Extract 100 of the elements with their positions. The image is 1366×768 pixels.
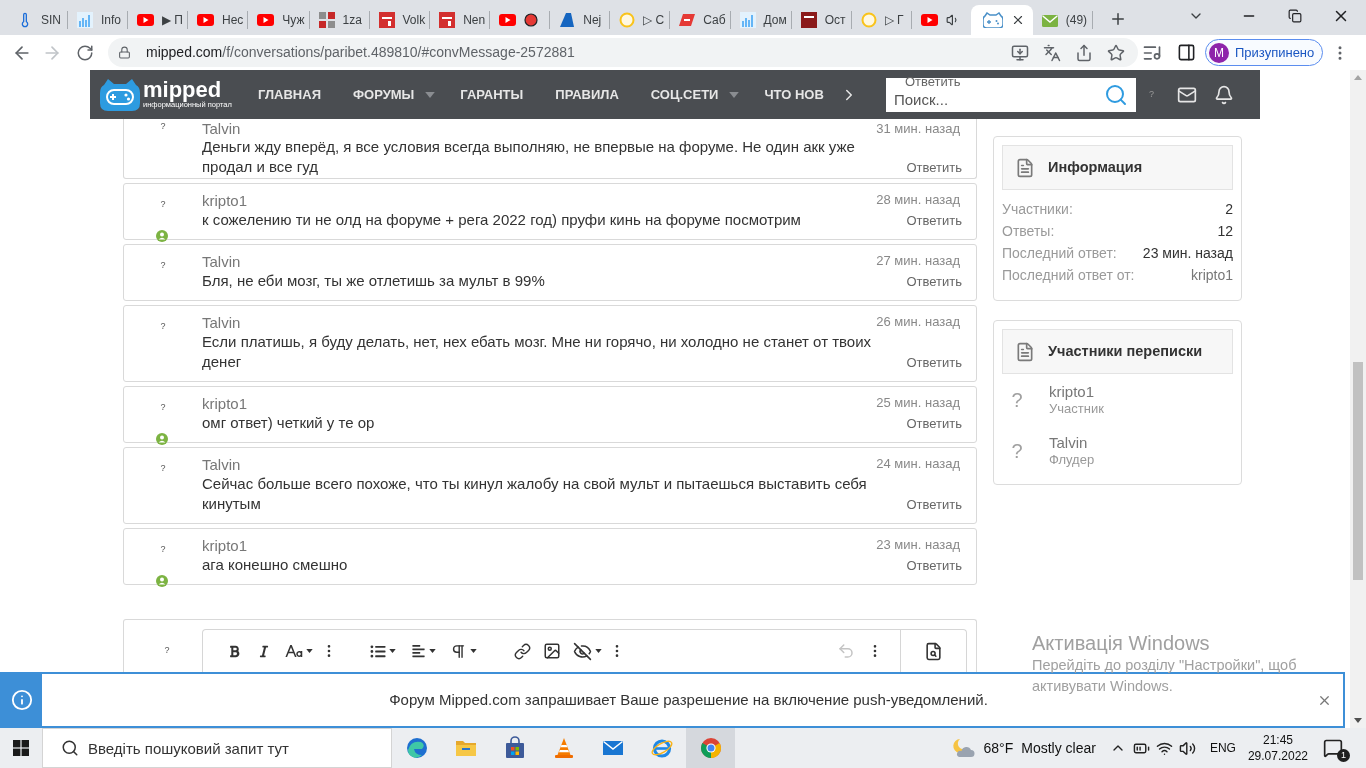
side-panel-icon[interactable]	[1177, 43, 1196, 62]
nav-link[interactable]: ЧТО НОВ	[748, 70, 840, 119]
taskbar-app[interactable]	[686, 728, 735, 768]
share-icon[interactable]	[1075, 43, 1093, 62]
scrollbar[interactable]	[1350, 70, 1366, 728]
browser-tab[interactable]: Nen	[430, 5, 490, 35]
browser-tab[interactable]: ▷ Г	[851, 5, 911, 35]
nav-link[interactable]: ГАРАНТЫ	[444, 70, 540, 119]
star-icon[interactable]	[1107, 43, 1125, 62]
profile-button[interactable]: M Призупинено	[1205, 39, 1323, 66]
monitor-download-icon[interactable]	[1011, 43, 1029, 62]
author-name[interactable]: Talvin	[202, 456, 241, 474]
nav-link[interactable]: ГЛАВНАЯ	[241, 70, 337, 119]
volume-icon[interactable]	[1178, 739, 1196, 757]
reply-link[interactable]: Ответить	[892, 557, 962, 575]
reply-link[interactable]: Ответить	[892, 212, 962, 230]
record-dot-icon	[524, 13, 539, 27]
author-avatar[interactable]: ?	[160, 544, 166, 554]
profile-avatar: M	[1209, 42, 1229, 63]
member-name[interactable]: Talvin	[1049, 433, 1095, 452]
member-name[interactable]: kripto1	[1049, 382, 1104, 401]
author-name[interactable]: Talvin	[202, 253, 241, 271]
browser-tab[interactable]: Info	[68, 5, 127, 35]
link-icon	[513, 642, 531, 660]
author-name[interactable]: kripto1	[202, 537, 248, 555]
language-indicator[interactable]: ENG	[1209, 739, 1236, 757]
info-label: Последний ответ:	[1002, 244, 1117, 263]
message-text: Деньги жду вперёд, я все условия всегда выполняю, не впервые на форуме. Не один акк уже продал и все гуд	[202, 137, 856, 177]
logo-text[interactable]: mipped	[143, 80, 232, 100]
info-label: Последний ответ от:	[1002, 266, 1135, 285]
clock-date[interactable]: 29.07.2022	[1247, 748, 1308, 764]
restore-icon[interactable]	[1288, 9, 1302, 23]
author-avatar[interactable]: ?	[160, 321, 166, 331]
browser-tab[interactable]: Volk	[369, 5, 430, 35]
author-avatar[interactable]: ?	[160, 260, 166, 270]
user-avatar[interactable]: ?	[164, 645, 170, 655]
author-avatar[interactable]: ?	[160, 199, 166, 209]
browser-tab[interactable]: Чуж	[248, 5, 309, 35]
address-field[interactable]: mipped.com/f/conversations/paribet.489810/#convMessage-2572881	[108, 38, 1138, 67]
author-name[interactable]: Talvin	[202, 121, 241, 137]
caret-icon	[306, 649, 313, 653]
gamepad-logo-icon[interactable]	[100, 78, 140, 111]
reply-link[interactable]: Ответить	[905, 75, 961, 88]
weather-condition[interactable]: Mostly clear	[1021, 737, 1096, 759]
reply-link[interactable]: Ответить	[892, 496, 962, 514]
notification-count: 1	[1337, 749, 1350, 762]
browser-tab[interactable]: Дом	[730, 5, 791, 35]
search-icon	[1104, 83, 1128, 107]
reply-link[interactable]: Ответить	[892, 415, 962, 433]
browser-tab[interactable]: ▶ П	[128, 5, 187, 35]
caret-icon	[425, 91, 436, 98]
reload-icon[interactable]	[76, 43, 94, 62]
browser-tab[interactable]: Саб	[670, 5, 730, 35]
scroll-down-icon[interactable]	[1354, 718, 1362, 723]
message-time: 23 мин. назад	[876, 537, 961, 553]
reply-link[interactable]: Ответить	[892, 159, 962, 177]
browser-tab[interactable]: ▷ C	[610, 5, 670, 35]
browser-tab[interactable]: Nej	[550, 5, 610, 35]
align-left-icon	[410, 644, 426, 658]
speech-bubble-icon[interactable]	[1323, 738, 1343, 758]
italic-icon	[258, 644, 270, 658]
author-avatar[interactable]: ?	[160, 121, 166, 131]
nav-link[interactable]: ФОРУМЫ	[337, 70, 445, 119]
author-name[interactable]: kripto1	[202, 395, 248, 413]
browser-tab[interactable]: (49)	[1032, 5, 1092, 35]
browser-tab[interactable]: 1za	[309, 5, 369, 35]
scrollbar-thumb[interactable]	[1353, 362, 1363, 580]
weather-temperature[interactable]: 68°F	[983, 737, 1014, 759]
envelope-icon	[1041, 13, 1058, 27]
square-logo-icon	[800, 12, 817, 28]
nav-link[interactable]: СОЦ.СЕТИ	[634, 70, 749, 119]
reply-link[interactable]: Ответить	[892, 354, 962, 372]
message-text: Сейчас больше всего похоже, что ты кинул жалобу на свой мульт и пытаешься выставить себя кинутым	[202, 474, 868, 514]
bell-icon[interactable]	[1214, 84, 1234, 105]
info-value[interactable]: kripto1	[1190, 264, 1233, 286]
document-icon	[1015, 157, 1035, 178]
author-name[interactable]: Talvin	[202, 314, 241, 332]
author-avatar[interactable]: ?	[160, 463, 166, 473]
tile-logo-icon	[318, 12, 335, 28]
badge-logo-icon	[439, 12, 456, 28]
activation-title: Активація Windows	[1032, 631, 1211, 655]
translate-icon[interactable]	[1043, 43, 1061, 62]
bold-icon	[227, 644, 241, 658]
undo-icon	[837, 642, 855, 660]
nav-link[interactable]: ПРАВИЛА	[539, 70, 635, 119]
author-name[interactable]: kripto1	[202, 192, 248, 210]
info-value: 23 мин. назад	[1142, 244, 1233, 263]
browser-tab[interactable]: Ост	[791, 5, 851, 35]
clock-time[interactable]: 21:45	[1262, 732, 1293, 748]
info-value: 12	[1217, 222, 1233, 241]
reply-link[interactable]: Ответить	[892, 273, 962, 291]
search-button[interactable]	[1104, 78, 1136, 112]
browser-tab[interactable]: SIN	[8, 5, 67, 35]
message-text: Бля, не еби мозг, ты же отлетишь за мульт в 99%	[202, 271, 546, 291]
info-value: 2	[1225, 200, 1233, 219]
lock-icon[interactable]	[118, 46, 131, 59]
message-text: омг ответ) четкий у те ор	[202, 413, 376, 433]
author-avatar[interactable]: ?	[160, 402, 166, 412]
message-text: Если платишь, я буду делать, нет, нех ебать мозг. Мне ни горячо, ни холодно не станет от твоих денег	[202, 332, 873, 372]
browser-tab[interactable]: Нес	[188, 5, 248, 35]
